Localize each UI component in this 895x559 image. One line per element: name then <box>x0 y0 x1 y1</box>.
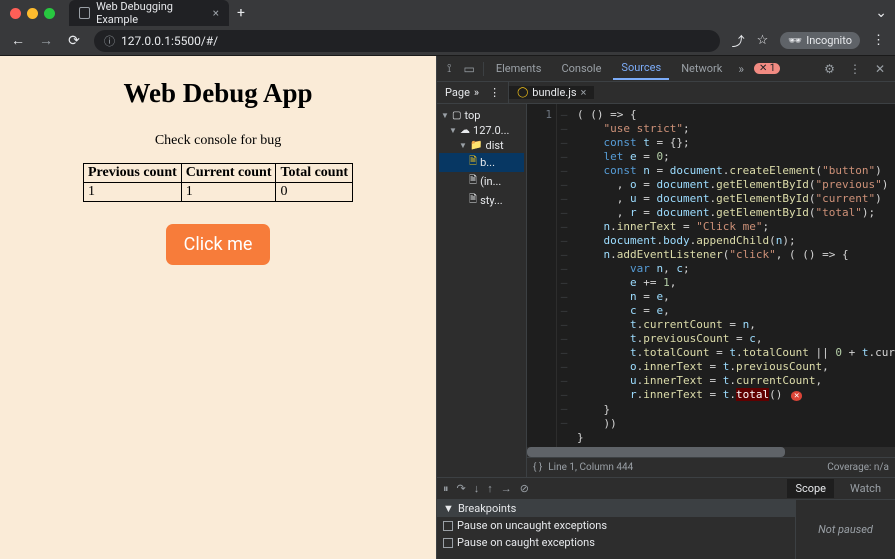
tree-node-host[interactable]: ▼☁127.0... <box>439 123 524 138</box>
tree-file-index[interactable]: 🗎(in... <box>439 172 524 191</box>
deactivate-breakpoints-button[interactable]: ⊘ <box>520 482 529 495</box>
tree-node-top[interactable]: ▼▢top <box>439 108 524 123</box>
table-row: 1 1 0 <box>83 183 352 202</box>
url-text: 127.0.0.1:5500/#/ <box>121 34 218 48</box>
tab-close-icon[interactable]: × <box>213 6 219 20</box>
tab-network[interactable]: Network <box>673 58 730 79</box>
horizontal-scrollbar[interactable] <box>527 447 895 457</box>
tree-node-folder[interactable]: ▼📁dist <box>439 138 524 153</box>
pause-button[interactable]: ⏸ <box>443 482 449 496</box>
th-current: Current count <box>181 164 276 183</box>
breakpoints-panel: ▼Breakpoints Pause on uncaught exception… <box>437 500 795 559</box>
tab-dropdown-icon[interactable]: ⌄ <box>867 5 895 21</box>
more-tabs-icon[interactable]: » <box>734 62 748 76</box>
maximize-window-icon[interactable] <box>44 8 55 19</box>
th-total: Total count <box>276 164 353 183</box>
back-button[interactable]: ← <box>10 32 26 49</box>
step-button[interactable]: → <box>501 482 512 495</box>
js-file-icon: ◯ <box>517 87 528 98</box>
incognito-icon: 🕶 <box>788 34 802 47</box>
source-code[interactable]: ( () => { "use strict"; const t = {}; le… <box>571 104 895 447</box>
site-info-icon[interactable]: ⓘ <box>104 33 115 49</box>
browser-menu-icon[interactable]: ⋮ <box>872 33 885 48</box>
devtools-tabbar: ⟟ ▭ Elements Console Sources Network » ✕… <box>437 56 895 82</box>
step-over-button[interactable]: ↷ <box>457 482 466 495</box>
page-title: Web Debug App <box>0 78 436 109</box>
devtools-menu-icon[interactable]: ⋮ <box>845 62 865 76</box>
pause-caught-checkbox[interactable]: Pause on caught exceptions <box>437 534 795 551</box>
incognito-label: Incognito <box>806 34 852 47</box>
page-subtext: Check console for bug <box>0 133 436 149</box>
open-file-name: bundle.js <box>532 86 576 99</box>
window-titlebar: Web Debugging Example × + ⌄ <box>0 0 895 26</box>
bookmark-icon[interactable]: ☆ <box>757 33 769 48</box>
settings-icon[interactable]: ⚙ <box>820 62 839 76</box>
table-header-row: Previous count Current count Total count <box>83 164 352 183</box>
tab-elements[interactable]: Elements <box>488 58 550 79</box>
reload-button[interactable]: ⟳ <box>66 33 82 49</box>
devtools-panel: ⟟ ▭ Elements Console Sources Network » ✕… <box>436 56 895 559</box>
share-icon[interactable]: ⤴ <box>732 31 745 50</box>
scope-tab[interactable]: Scope <box>787 479 834 498</box>
favicon-icon <box>79 7 90 19</box>
not-paused-label: Not paused <box>818 523 873 536</box>
th-previous: Previous count <box>83 164 181 183</box>
tree-file-bundle[interactable]: 🗎b... <box>439 153 524 172</box>
breakpoints-header[interactable]: ▼Breakpoints <box>437 500 795 517</box>
td-total: 0 <box>276 183 353 202</box>
td-previous: 1 <box>83 183 181 202</box>
error-badge[interactable]: ✕ 1 <box>754 63 780 74</box>
editor-statusbar: { } Line 1, Column 444 Coverage: n/a <box>527 457 895 477</box>
cursor-position: Line 1, Column 444 <box>548 462 633 473</box>
tab-sources[interactable]: Sources <box>613 57 669 80</box>
diff-gutter: – – – – – – – – – – – – – – – – – – – – … <box>557 104 571 447</box>
browser-toolbar: ← → ⟳ ⓘ 127.0.0.1:5500/#/ ⤴ ☆ 🕶 Incognit… <box>0 26 895 56</box>
code-editor[interactable]: 1 2 – – – – – – – – – – – – – – – – – – … <box>527 104 895 477</box>
device-toolbar-icon[interactable]: ▭ <box>460 62 479 76</box>
sources-subbar: Page» ⋮ ◯ bundle.js × <box>437 82 895 104</box>
incognito-badge[interactable]: 🕶 Incognito <box>780 32 860 49</box>
close-window-icon[interactable] <box>10 8 21 19</box>
coverage-status[interactable]: Coverage: n/a <box>827 462 889 473</box>
devtools-close-icon[interactable]: ✕ <box>871 62 889 76</box>
watch-tab[interactable]: Watch <box>842 479 889 498</box>
scope-content: Not paused <box>795 500 895 559</box>
page-pane-tab[interactable]: Page» ⋮ <box>437 82 509 103</box>
step-into-button[interactable]: ↓ <box>474 482 480 495</box>
file-close-icon[interactable]: × <box>581 86 587 99</box>
counts-table: Previous count Current count Total count… <box>83 163 353 202</box>
line-gutter: 1 2 <box>527 104 557 447</box>
page-viewport: Web Debug App Check console for bug Prev… <box>0 56 436 559</box>
step-out-button[interactable]: ↑ <box>487 482 493 495</box>
traffic-lights <box>0 8 65 19</box>
td-current: 1 <box>181 183 276 202</box>
tree-file-style[interactable]: 🗎sty... <box>439 191 524 210</box>
inspect-icon[interactable]: ⟟ <box>443 61 455 76</box>
tab-console[interactable]: Console <box>553 58 609 79</box>
debugger-toolbar: ⏸ ↷ ↓ ↑ → ⊘ Scope Watch <box>437 477 895 499</box>
tab-title: Web Debugging Example <box>96 0 207 26</box>
pause-uncaught-checkbox[interactable]: Pause on uncaught exceptions <box>437 517 795 534</box>
debugger-bottom: ▼Breakpoints Pause on uncaught exception… <box>437 499 895 559</box>
new-tab-button[interactable]: + <box>229 5 253 21</box>
file-tree[interactable]: ▼▢top ▼☁127.0... ▼📁dist 🗎b... 🗎(in... 🗎s… <box>437 104 527 477</box>
minimize-window-icon[interactable] <box>27 8 38 19</box>
browser-tab[interactable]: Web Debugging Example × <box>69 0 229 26</box>
address-bar[interactable]: ⓘ 127.0.0.1:5500/#/ <box>94 30 720 52</box>
forward-button[interactable]: → <box>38 32 54 49</box>
click-me-button[interactable]: Click me <box>166 224 271 265</box>
pretty-print-icon[interactable]: { } <box>533 462 542 473</box>
open-file-tab[interactable]: ◯ bundle.js × <box>509 86 594 99</box>
